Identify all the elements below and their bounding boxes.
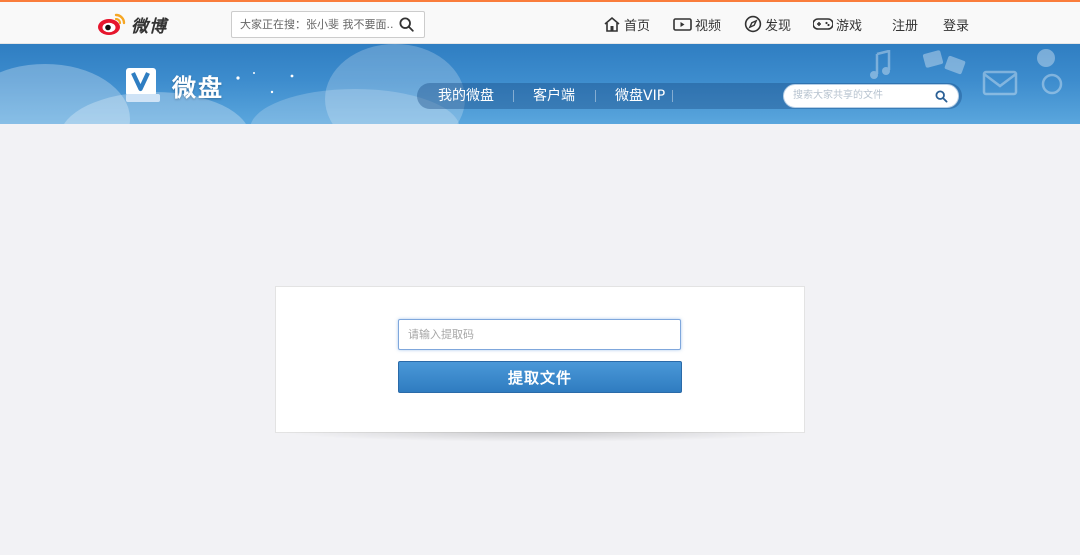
weibo-logo-text: 微博: [131, 16, 167, 37]
search-icon[interactable]: [935, 90, 948, 103]
register-link[interactable]: 注册: [892, 14, 918, 34]
envelope-icon: [982, 70, 1018, 96]
nav-home-label: 首页: [624, 18, 651, 34]
video-icon: [673, 17, 692, 31]
search-icon[interactable]: [399, 17, 414, 32]
music-note-icon: [870, 50, 891, 79]
compass-icon: [744, 15, 762, 33]
home-icon: [604, 16, 620, 32]
disk-search-box[interactable]: 搜索大家共享的文件: [783, 84, 959, 108]
nav-video[interactable]: 视频: [673, 14, 721, 34]
extract-card: [275, 286, 805, 433]
sparkle-icon: [236, 72, 294, 94]
file-icon: [1037, 49, 1063, 95]
menu-divider: [513, 90, 514, 102]
nav-discover[interactable]: 发现: [744, 14, 791, 34]
card-shadow: [280, 432, 800, 442]
photo-icon: [922, 50, 966, 75]
nav-video-label: 视频: [695, 18, 722, 34]
disk-title[interactable]: 微盘: [172, 68, 224, 103]
menu-client[interactable]: 客户端: [533, 84, 575, 108]
weibo-search-input[interactable]: 大家正在搜：张小斐 我不要面...: [240, 12, 394, 37]
weibo-logo[interactable]: 微博: [97, 11, 167, 37]
weibo-search-box[interactable]: 大家正在搜：张小斐 我不要面...: [231, 11, 425, 38]
menu-vip[interactable]: 微盘VIP: [615, 84, 665, 108]
weibo-eye-icon: [98, 13, 126, 35]
menu-my-disk[interactable]: 我的微盘: [438, 84, 494, 108]
nav-discover-label: 发现: [765, 18, 792, 34]
menu-divider: [595, 90, 596, 102]
disk-search-input[interactable]: 搜索大家共享的文件: [793, 85, 883, 107]
weibo-top-bar: 微博 大家正在搜：张小斐 我不要面... 首页 视频 发现 游戏 注册 登录: [0, 0, 1080, 44]
nav-games-label: 游戏: [836, 18, 863, 34]
menu-divider: [672, 90, 673, 102]
nav-games[interactable]: 游戏: [813, 14, 862, 34]
nav-home[interactable]: 首页: [603, 14, 650, 34]
login-link[interactable]: 登录: [943, 14, 969, 34]
vdisk-logo-icon[interactable]: [124, 66, 162, 106]
extract-file-button[interactable]: 提取文件: [398, 361, 682, 393]
extract-code-input[interactable]: [398, 319, 681, 350]
gamepad-icon: [813, 18, 833, 30]
